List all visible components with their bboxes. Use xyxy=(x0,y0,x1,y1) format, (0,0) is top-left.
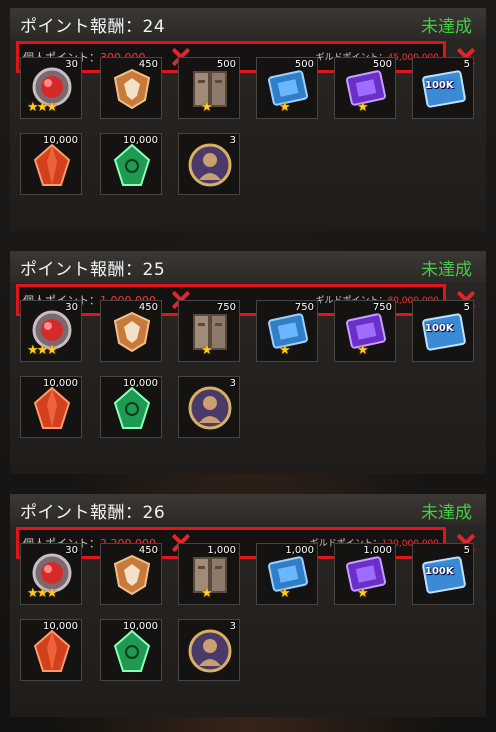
reward-item[interactable]: 10,000 xyxy=(100,619,162,681)
green-crystal-icon xyxy=(109,142,155,188)
reward-item[interactable]: 3 xyxy=(178,376,240,438)
item-quantity: 750 xyxy=(294,302,314,313)
reward-item[interactable]: 450 xyxy=(100,57,162,119)
reward-item[interactable]: 100K 5 xyxy=(412,300,474,362)
star-rating: ★ xyxy=(201,586,213,601)
star-rating: ★★★ xyxy=(27,100,58,115)
panel-header: ポイント報酬：24 未達成 xyxy=(10,9,486,39)
reward-item[interactable]: 450 xyxy=(100,300,162,362)
reward-item[interactable]: 10,000 xyxy=(100,133,162,195)
winged-emblem-icon xyxy=(109,66,155,112)
panel-header: ポイント報酬：25 未達成 xyxy=(10,252,486,282)
item-quantity: 10,000 xyxy=(43,378,78,389)
item-quantity: 500 xyxy=(372,59,392,70)
reward-item[interactable]: 30 ★★★ xyxy=(20,543,82,605)
star-rating: ★ xyxy=(201,343,213,358)
star-rating: ★ xyxy=(279,343,291,358)
item-quantity: 450 xyxy=(138,59,158,70)
item-quantity: 1,000 xyxy=(285,545,314,556)
green-crystal-icon xyxy=(109,385,155,431)
item-quantity: 3 xyxy=(229,378,236,389)
item-quantity: 750 xyxy=(372,302,392,313)
reward-item[interactable]: 1,000 ★ xyxy=(334,543,396,605)
item-quantity: 30 xyxy=(65,545,78,556)
hero-medal-icon xyxy=(187,385,233,431)
reward-item[interactable]: 500 ★ xyxy=(334,57,396,119)
card-value-label: 100K xyxy=(425,323,454,334)
status-label: 未達成 xyxy=(421,503,472,523)
reward-item[interactable]: 30 ★★★ xyxy=(20,57,82,119)
hero-medal-icon xyxy=(187,142,233,188)
item-quantity: 3 xyxy=(229,135,236,146)
winged-emblem-icon xyxy=(109,309,155,355)
reward-item[interactable]: 100K 5 xyxy=(412,57,474,119)
star-rating: ★ xyxy=(279,586,291,601)
reward-item[interactable]: 3 xyxy=(178,133,240,195)
red-crystal-icon xyxy=(29,628,75,674)
reward-item[interactable]: 10,000 xyxy=(20,133,82,195)
item-quantity: 450 xyxy=(138,545,158,556)
reward-item[interactable]: 500 ★ xyxy=(256,57,318,119)
winged-emblem-icon xyxy=(109,552,155,598)
item-quantity: 10,000 xyxy=(43,135,78,146)
red-crystal-icon xyxy=(29,142,75,188)
reward-item[interactable]: 750 ★ xyxy=(178,300,240,362)
reward-item[interactable]: 750 ★ xyxy=(334,300,396,362)
card-value-label: 100K xyxy=(425,566,454,577)
panel-title: ポイント報酬：24 xyxy=(20,17,166,37)
reward-item[interactable]: 30 ★★★ xyxy=(20,300,82,362)
item-quantity: 1,000 xyxy=(207,545,236,556)
star-rating: ★ xyxy=(357,586,369,601)
item-quantity: 30 xyxy=(65,59,78,70)
panel-header: ポイント報酬：26 未達成 xyxy=(10,495,486,525)
item-quantity: 3 xyxy=(229,621,236,632)
star-rating: ★ xyxy=(357,100,369,115)
reward-panel: ポイント報酬：26 未達成 個人ポイント：2,200,000 ギルドポイント：1… xyxy=(10,494,486,717)
item-quantity: 10,000 xyxy=(123,135,158,146)
reward-item[interactable]: 500 ★ xyxy=(178,57,240,119)
hero-medal-icon xyxy=(187,628,233,674)
reward-item[interactable]: 3 xyxy=(178,619,240,681)
star-rating: ★ xyxy=(279,100,291,115)
reward-item[interactable]: 450 xyxy=(100,543,162,605)
star-rating: ★★★ xyxy=(27,343,58,358)
reward-item[interactable]: 1,000 ★ xyxy=(256,543,318,605)
item-quantity: 5 xyxy=(463,545,470,556)
reward-item[interactable]: 750 ★ xyxy=(256,300,318,362)
reward-item[interactable]: 1,000 ★ xyxy=(178,543,240,605)
item-quantity: 10,000 xyxy=(123,621,158,632)
reward-panel: ポイント報酬：24 未達成 個人ポイント：300,000 ギルドポイント：45,… xyxy=(10,8,486,231)
reward-panel: ポイント報酬：25 未達成 個人ポイント：1,000,000 ギルドポイント：8… xyxy=(10,251,486,474)
red-crystal-icon xyxy=(29,385,75,431)
star-rating: ★★★ xyxy=(27,586,58,601)
panel-title: ポイント報酬：26 xyxy=(20,503,166,523)
star-rating: ★ xyxy=(201,100,213,115)
reward-item[interactable]: 10,000 xyxy=(20,619,82,681)
reward-item[interactable]: 100K 5 xyxy=(412,543,474,605)
item-quantity: 500 xyxy=(216,59,236,70)
item-quantity: 450 xyxy=(138,302,158,313)
item-quantity: 5 xyxy=(463,302,470,313)
green-crystal-icon xyxy=(109,628,155,674)
reward-item[interactable]: 10,000 xyxy=(100,376,162,438)
status-label: 未達成 xyxy=(421,260,472,280)
card-value-label: 100K xyxy=(425,80,454,91)
status-label: 未達成 xyxy=(421,17,472,37)
star-rating: ★ xyxy=(357,343,369,358)
item-quantity: 750 xyxy=(216,302,236,313)
item-quantity: 1,000 xyxy=(363,545,392,556)
item-quantity: 30 xyxy=(65,302,78,313)
item-quantity: 10,000 xyxy=(123,378,158,389)
item-quantity: 5 xyxy=(463,59,470,70)
item-quantity: 10,000 xyxy=(43,621,78,632)
panel-title: ポイント報酬：25 xyxy=(20,260,166,280)
item-quantity: 500 xyxy=(294,59,314,70)
reward-item[interactable]: 10,000 xyxy=(20,376,82,438)
